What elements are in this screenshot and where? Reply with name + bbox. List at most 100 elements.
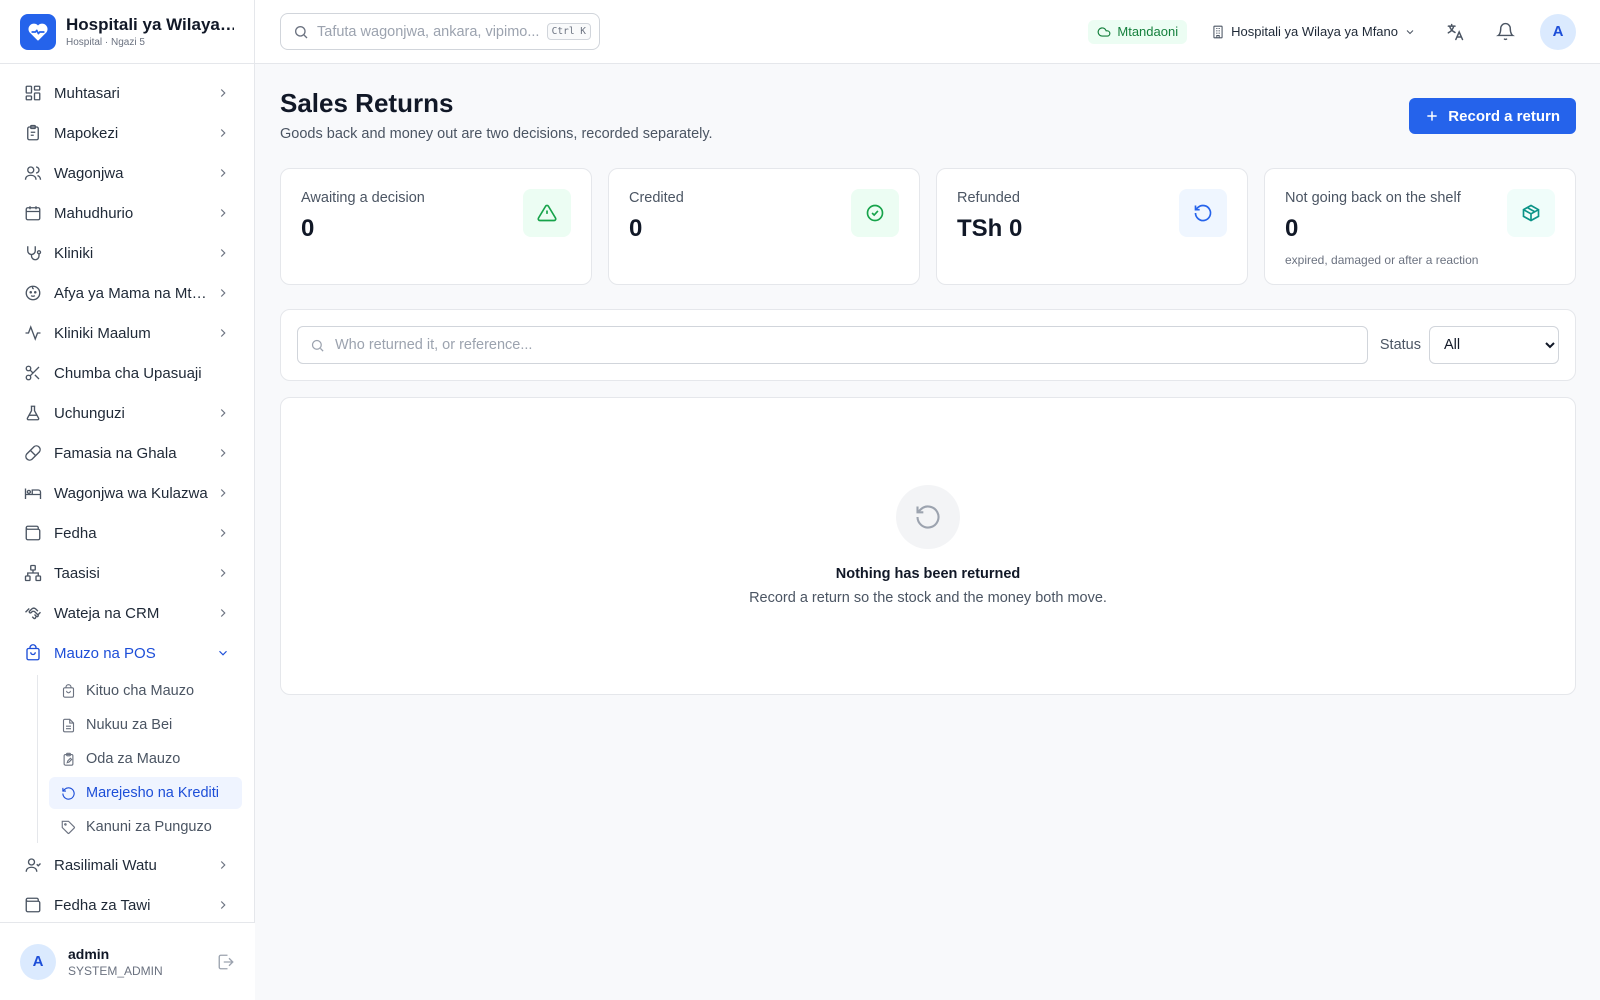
empty-state-icon-wrap — [896, 485, 960, 549]
user-round-icon — [25, 858, 41, 872]
sidebar-item-kliniki-maalum[interactable]: Kliniki Maalum — [0, 313, 254, 353]
sidebar-subitem-label: Kituo cha Mauzo — [86, 683, 195, 699]
bell-icon — [1495, 22, 1515, 41]
global-search-input[interactable] — [317, 23, 547, 40]
stats-row: Awaiting a decision 0 Credited 0 Refunde… — [280, 168, 1576, 285]
stat-card-awaiting: Awaiting a decision 0 — [280, 168, 592, 285]
sidebar-item-label: Kliniki — [54, 244, 94, 262]
brand[interactable]: Hospitali ya Wilaya ya Mfano Hospital · … — [0, 0, 254, 64]
user-name: admin — [68, 945, 110, 962]
sidebar-subitem-label: Oda za Mauzo — [86, 751, 181, 767]
sidebar-subitem-oda-za-mauzo[interactable]: Oda za Mauzo — [49, 743, 242, 775]
sidebar-item-mapokezi[interactable]: Mapokezi — [0, 113, 254, 153]
chevron-right-icon — [220, 529, 226, 537]
sidebar-item-rasilimali-watu[interactable]: Rasilimali Watu — [0, 845, 254, 885]
empty-state: Nothing has been returned Record a retur… — [280, 397, 1576, 695]
empty-state-title: Nothing has been returned — [835, 566, 1021, 582]
sidebar-item-label: Fedha — [54, 524, 97, 542]
user-profile: A admin SYSTEM_ADMIN — [0, 922, 255, 1000]
sidebar-item-label: Uchunguzi — [54, 404, 125, 422]
sidebar-item-label: Kliniki Maalum — [54, 324, 151, 342]
stat-note: expired, damaged or after a reaction — [1285, 253, 1479, 267]
alert-triangle-icon — [523, 189, 571, 237]
notifications-button[interactable] — [1494, 21, 1516, 43]
stat-card-not-back-on-shelf: Not going back on the shelf 0 expired, d… — [1264, 168, 1576, 285]
page-title: Sales Returns — [280, 88, 454, 118]
global-search[interactable]: Ctrl K — [280, 13, 600, 50]
chevron-right-icon — [220, 129, 226, 137]
clipboard-edit-icon — [63, 752, 74, 766]
sidebar-nav: Muhtasari Mapokezi Wagonjwa Mahudhurio K… — [0, 64, 254, 925]
sidebar-item-mauzo-na-pos[interactable]: Mauzo na POS — [0, 633, 254, 673]
facility-name: Hospitali ya Wilaya ya Mfano — [1231, 24, 1398, 39]
package-icon — [1507, 189, 1555, 237]
chevron-right-icon — [220, 409, 226, 417]
record-return-button[interactable]: Record a return — [1409, 98, 1576, 134]
sidebar-item-famasia-na-ghala[interactable]: Famasia na Ghala — [0, 433, 254, 473]
wallet-icon — [25, 525, 41, 541]
pill-icon — [25, 445, 41, 461]
sidebar-item-mahudhurio[interactable]: Mahudhurio — [0, 193, 254, 233]
sidebar-item-muhtasari[interactable]: Muhtasari — [0, 73, 254, 113]
sidebar-subitem-label: Kanuni za Punguzo — [86, 819, 212, 835]
language-button[interactable] — [1444, 21, 1466, 43]
sidebar-subitem-kanuni-za-punguzo[interactable]: Kanuni za Punguzo — [49, 811, 242, 843]
submenu-mauzo-na-pos: Kituo cha Mauzo Nukuu za Bei Oda za Mauz… — [37, 675, 254, 843]
topbar-avatar[interactable]: A — [1540, 13, 1576, 50]
handshake-icon — [25, 607, 41, 620]
sidebar-subitem-marejesho-na-krediti[interactable]: Marejesho na Krediti — [49, 777, 242, 809]
chevron-right-icon — [220, 569, 226, 577]
sidebar-item-label: Wateja na CRM — [54, 604, 160, 622]
rotate-ccw-icon — [62, 786, 75, 800]
search-icon — [311, 339, 324, 352]
cloud-icon — [1097, 26, 1111, 37]
status-filter-select[interactable]: All — [1429, 326, 1559, 364]
brand-name: Hospitali ya Wilaya ya Mfano — [66, 15, 234, 34]
sidebar-item-label: Chumba cha Upasuaji — [54, 364, 202, 382]
sidebar-item-afya-ya-mama[interactable]: Afya ya Mama na Mtoto — [0, 273, 254, 313]
calendar-icon — [25, 206, 41, 221]
online-status-text: Mtandaoni — [1117, 24, 1179, 39]
sidebar-subitem-kituo-cha-mauzo[interactable]: Kituo cha Mauzo — [49, 675, 242, 707]
returns-search-input[interactable] — [335, 337, 1355, 353]
sidebar-subitem-nukuu-za-bei[interactable]: Nukuu za Bei — [49, 709, 242, 741]
stethoscope-icon — [27, 246, 42, 261]
sidebar-item-wagonjwa[interactable]: Wagonjwa — [0, 153, 254, 193]
sidebar-item-taasisi[interactable]: Taasisi — [0, 553, 254, 593]
sidebar-item-label: Wagonjwa — [54, 164, 124, 182]
chevron-right-icon — [220, 169, 226, 177]
sidebar-item-uchunguzi[interactable]: Uchunguzi — [0, 393, 254, 433]
user-avatar[interactable]: A — [20, 943, 56, 980]
sidebar-item-wateja-na-crm[interactable]: Wateja na CRM — [0, 593, 254, 633]
sidebar-item-label: Mauzo na POS — [54, 644, 156, 662]
check-circle-icon — [851, 189, 899, 237]
sidebar-item-fedha-za-tawi[interactable]: Fedha za Tawi — [0, 885, 254, 925]
sidebar-item-label: Afya ya Mama na Mtoto — [54, 284, 210, 302]
sidebar-item-label: Rasilimali Watu — [54, 856, 157, 874]
sidebar-item-label: Taasisi — [54, 564, 100, 582]
sidebar-item-label: Fedha za Tawi — [54, 896, 151, 914]
sidebar-item-fedha[interactable]: Fedha — [0, 513, 254, 553]
building-icon — [1213, 25, 1223, 38]
baby-icon — [25, 285, 41, 301]
sidebar-item-kliniki[interactable]: Kliniki — [0, 233, 254, 273]
sidebar-subitem-label: Nukuu za Bei — [86, 717, 173, 733]
sidebar-item-wagonjwa-wa-kulazwa[interactable]: Wagonjwa wa Kulazwa — [0, 473, 254, 513]
search-icon — [295, 25, 308, 38]
sidebar-item-chumba-cha-upasuaji[interactable]: Chumba cha Upasuaji — [0, 353, 254, 393]
page-header: Sales Returns Goods back and money out a… — [280, 64, 1576, 164]
stat-card-refunded: Refunded TSh 0 — [936, 168, 1248, 285]
chevron-right-icon — [220, 861, 226, 869]
online-status-badge: Mtandaoni — [1088, 19, 1188, 44]
returns-search[interactable] — [297, 326, 1368, 364]
flask-icon — [26, 405, 40, 421]
clipboard-icon — [27, 124, 39, 141]
facility-switcher[interactable]: Hospitali ya Wilaya ya Mfano — [1211, 24, 1416, 39]
network-icon — [24, 564, 42, 582]
dashboard-icon — [25, 85, 41, 101]
sidebar-item-label: Mapokezi — [54, 124, 119, 142]
logout-icon[interactable] — [217, 953, 235, 971]
chevron-down-icon — [219, 650, 227, 656]
filter-bar: Status All — [280, 309, 1576, 381]
rotate-ccw-icon — [916, 505, 940, 529]
